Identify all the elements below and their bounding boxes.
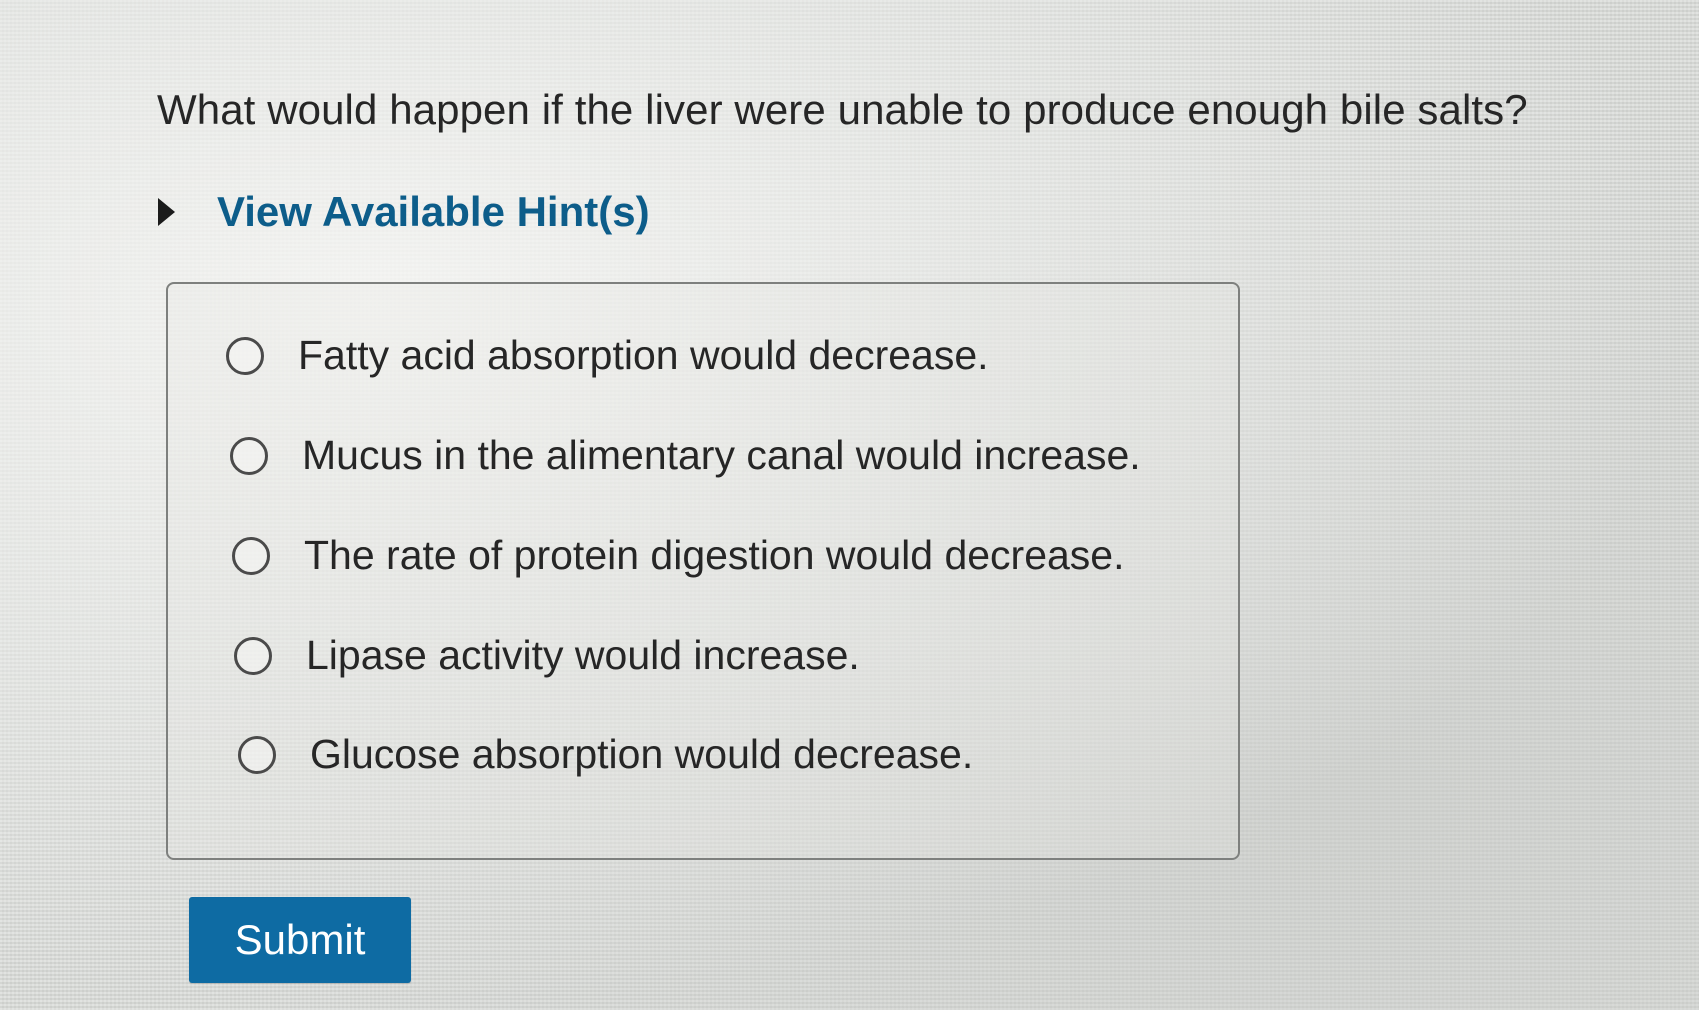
caret-right-icon	[158, 198, 175, 226]
radio-button[interactable]	[238, 735, 276, 774]
answer-option-label: Fatty acid absorption would decrease.	[298, 332, 989, 378]
radio-button[interactable]	[230, 436, 268, 475]
answer-option-label: The rate of protein digestion would decr…	[304, 532, 1125, 578]
answer-option-label: Lipase activity would increase.	[306, 632, 860, 678]
view-hints-label: View Available Hint(s)	[217, 188, 650, 235]
radio-button[interactable]	[232, 536, 270, 575]
answer-option[interactable]: The rate of protein digestion would decr…	[232, 532, 1125, 579]
view-hints-toggle[interactable]: View Available Hint(s)	[158, 188, 650, 236]
answer-option-label: Mucus in the alimentary canal would incr…	[302, 432, 1141, 478]
answer-option[interactable]: Glucose absorption would decrease.	[238, 731, 973, 778]
submit-button[interactable]: Submit	[189, 897, 411, 983]
answer-option-label: Glucose absorption would decrease.	[310, 731, 974, 777]
radio-button[interactable]	[234, 636, 272, 675]
radio-button[interactable]	[226, 336, 264, 375]
answer-option[interactable]: Lipase activity would increase.	[234, 632, 860, 679]
answer-options-group: Fatty acid absorption would decrease. Mu…	[166, 282, 1240, 860]
question-text: What would happen if the liver were unab…	[157, 86, 1528, 133]
answer-option[interactable]: Fatty acid absorption would decrease.	[226, 332, 989, 379]
answer-option[interactable]: Mucus in the alimentary canal would incr…	[230, 432, 1141, 479]
